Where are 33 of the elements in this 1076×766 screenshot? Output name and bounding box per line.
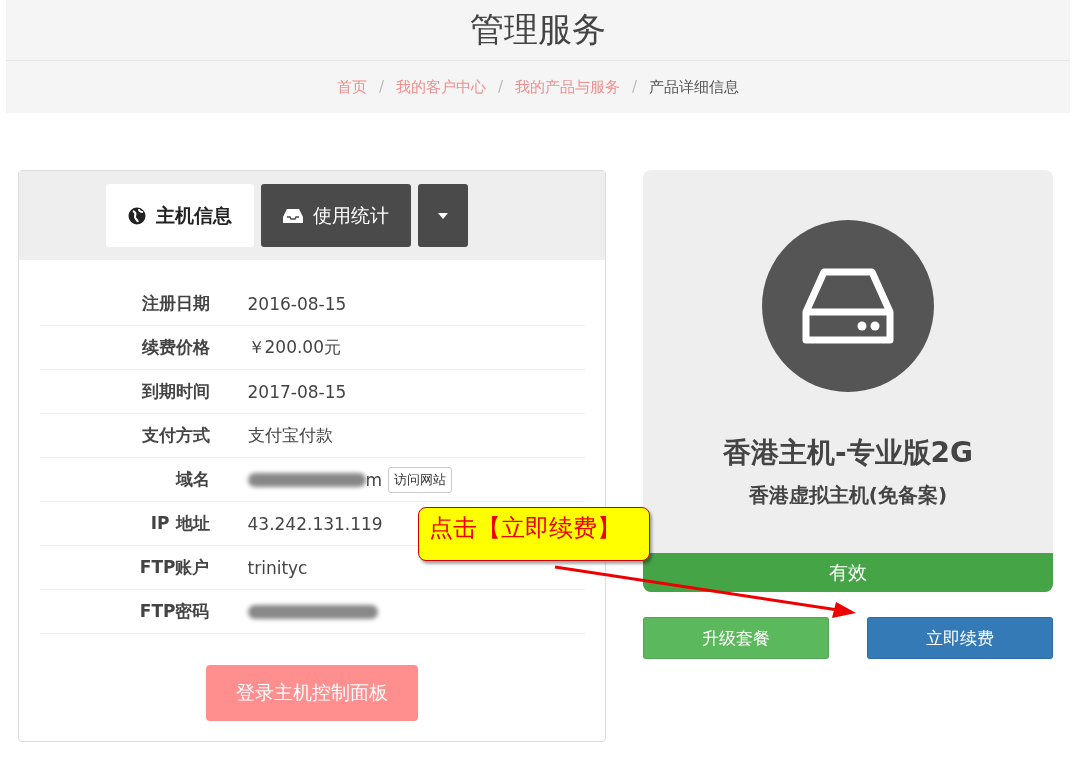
caret-icon: [438, 212, 448, 219]
globe-icon: [128, 206, 146, 225]
breadcrumb-separator: /: [497, 78, 504, 96]
field-value: ￥200.00元: [247, 336, 341, 359]
breadcrumb-link[interactable]: 产品详细信息: [649, 77, 740, 97]
field-value: 43.242.131.119: [247, 513, 383, 534]
field-label: 注册日期: [140, 292, 211, 315]
breadcrumb-separator: /: [632, 78, 638, 96]
field-value: trinityc: [247, 557, 308, 578]
upgrade-button[interactable]: 升级套餐: [643, 617, 829, 659]
field-label: 续费价格: [140, 336, 211, 359]
field-label: 到期时间: [140, 380, 211, 403]
inbox-icon: [283, 207, 303, 224]
renew-button[interactable]: 立即续费: [867, 617, 1053, 659]
field-value: 支付宝付款: [247, 424, 333, 447]
product-name: 香港主机-专业版2G: [722, 435, 974, 471]
field-value: 2017-08-15: [247, 381, 347, 402]
visit-site-button[interactable]: 访问网站: [388, 466, 453, 493]
field-label: FTP密码: [138, 600, 211, 623]
tab[interactable]: 使用统计: [261, 184, 411, 247]
field-value: m: [365, 469, 383, 490]
dropdown-button[interactable]: [418, 184, 468, 247]
field-label: 域名: [174, 468, 211, 491]
tab[interactable]: 主机信息: [106, 184, 254, 247]
callout-note: 点击【立即续费】: [418, 507, 650, 561]
field-value: 2016-08-15: [247, 293, 347, 314]
field-label: IP 地址: [149, 512, 211, 535]
status-bar: 有效: [643, 553, 1053, 592]
breadcrumb-separator: /: [378, 78, 384, 96]
field-label: 支付方式: [140, 424, 211, 447]
product-subtitle: 香港虚拟主机(免备案): [748, 482, 948, 509]
field-label: FTP账户: [138, 556, 211, 579]
page-title: 管理服务: [469, 8, 607, 51]
